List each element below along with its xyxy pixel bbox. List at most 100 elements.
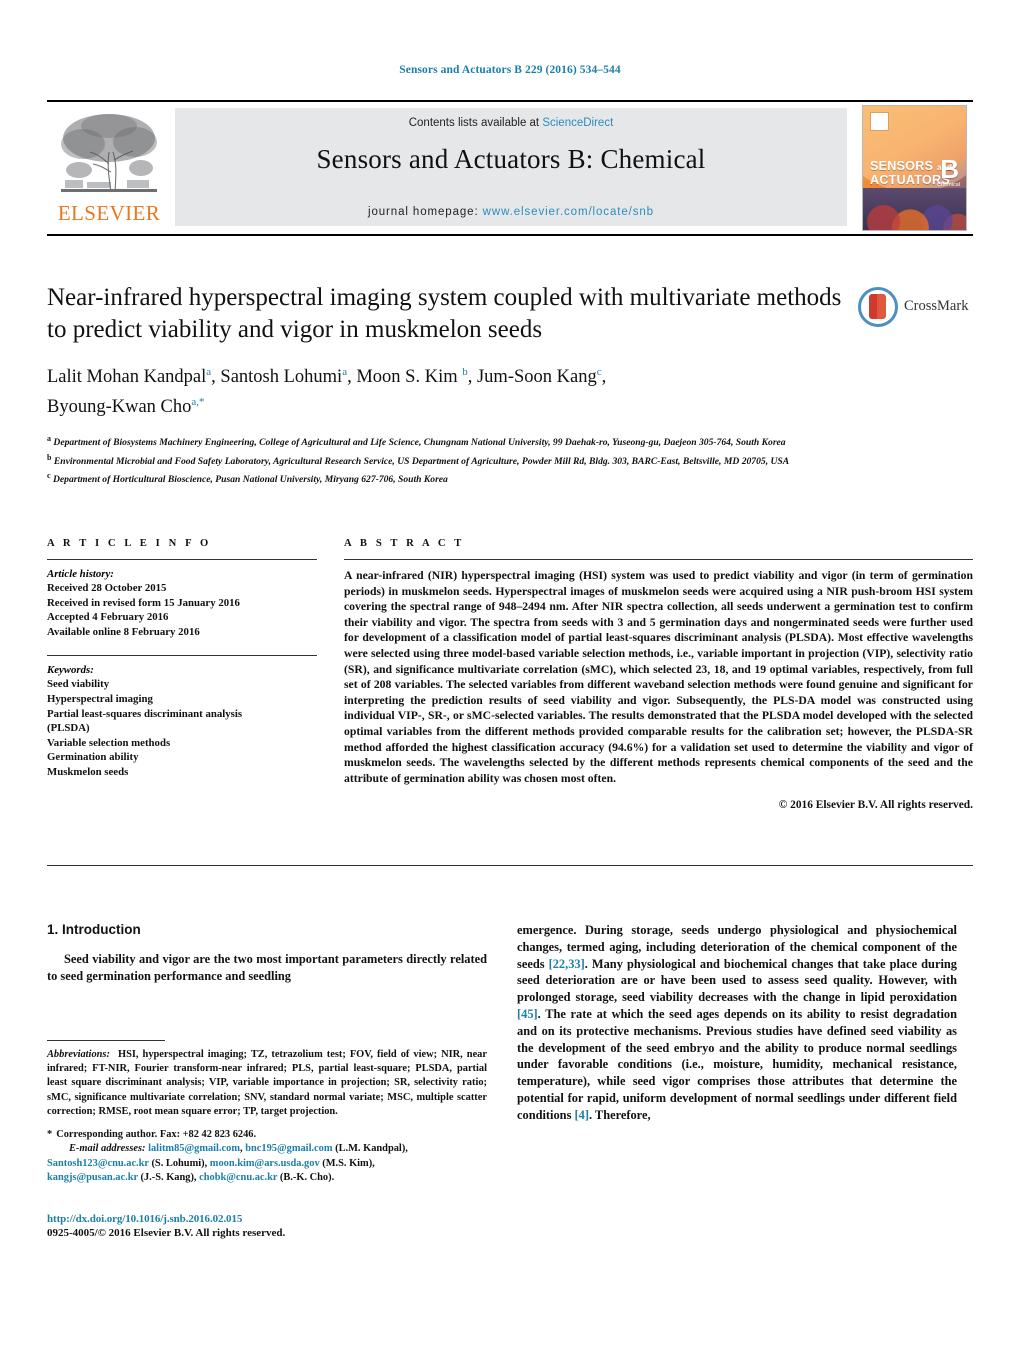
intro-paragraph-right: emergence. During storage, seeds undergo… [517, 922, 957, 1124]
abstract-bottom-rule [47, 865, 973, 866]
author-name: Jum-Soon Kang [476, 367, 597, 388]
article-history-item: Accepted 4 February 2016 [47, 611, 169, 624]
author-name: Santosh Lohumi [220, 367, 343, 388]
article-info-rule [47, 559, 317, 560]
keyword-item: (PLSDA) [47, 722, 90, 735]
elsevier-tree-icon [57, 108, 161, 200]
crossmark-book-right-icon [877, 294, 886, 319]
elsevier-logo: ELSEVIER [57, 108, 161, 226]
citation-link[interactable]: [4] [575, 1108, 589, 1122]
author-name: Byoung-Kwan Cho [47, 397, 192, 418]
citation-link[interactable]: [45] [517, 1007, 538, 1021]
email-addresses-label: E-mail addresses: [69, 1143, 146, 1155]
keyword-item: Muskmelon seeds [47, 765, 129, 778]
affiliation-list: a Department of Biosystems Machinery Eng… [47, 432, 847, 486]
footnote-rule [47, 1040, 165, 1041]
abbreviations-text: HSI, hyperspectral imaging; TZ, tetrazol… [47, 1049, 487, 1117]
abstract-heading: A B S T R A C T [344, 538, 465, 549]
keyword-item: Variable selection methods [47, 736, 171, 749]
author-affil-marker[interactable]: a [206, 366, 211, 378]
crossmark-label: CrossMark [904, 298, 969, 314]
intro-text-segment: . Therefore, [588, 1107, 651, 1122]
cover-series-letter: B [940, 154, 959, 184]
keywords-label: Keywords: [47, 664, 94, 677]
email-link[interactable]: lalitm85@gmail.com [148, 1143, 240, 1154]
footnote-block: Abbreviations: HSI, hyperspectral imagin… [47, 1040, 487, 1186]
contents-available-line: Contents lists available at ScienceDirec… [175, 117, 847, 129]
affiliation-text: Department of Horticultural Bioscience, … [52, 474, 448, 486]
affiliation-item: c Department of Horticultural Bioscience… [47, 469, 847, 486]
intro-text-segment: . The rate at which the seed ages depend… [517, 1006, 957, 1122]
citation-link[interactable]: [22,33] [549, 957, 585, 971]
email-link[interactable]: kangjs@pusan.ac.kr [47, 1172, 138, 1183]
cover-artwork [863, 188, 966, 230]
email-owner: (B.-K. Cho). [277, 1172, 335, 1184]
journal-homepage-line: journal homepage: www.elsevier.com/locat… [175, 206, 847, 218]
abstract-column: A B S T R A C T A near-infrared (NIR) hy… [344, 538, 973, 811]
article-info-heading: A R T I C L E I N F O [47, 538, 212, 549]
author-affil-marker[interactable]: c [597, 366, 602, 378]
author-name: Lalit Mohan Kandpal [47, 367, 207, 388]
keyword-item: Hyperspectral imaging [47, 692, 153, 705]
author-affil-marker[interactable]: a [342, 366, 347, 378]
abstract-copyright: © 2016 Elsevier B.V. All rights reserved… [778, 799, 973, 812]
intro-paragraph-left: Seed viability and vigor are the two mos… [47, 952, 487, 983]
keywords-rule [47, 655, 317, 657]
doi-block: http://dx.doi.org/10.1016/j.snb.2016.02.… [47, 1213, 487, 1239]
email-owner: (S. Lohumi), [148, 1157, 208, 1169]
author-list: Lalit Mohan Kandpala, Santosh Lohumia, M… [47, 366, 607, 418]
abstract-text: A near-infrared (NIR) hyperspectral imag… [344, 569, 973, 785]
crossmark-badge[interactable]: CrossMark [858, 287, 968, 333]
homepage-url-link[interactable]: www.elsevier.com/locate/snb [483, 206, 654, 218]
article-history-label: Article history: [47, 568, 114, 580]
masthead-top-rule [47, 100, 973, 102]
doi-link[interactable]: http://dx.doi.org/10.1016/j.snb.2016.02.… [47, 1213, 487, 1225]
corresponding-author-footnote: * Corresponding author. Fax: +82 42 823 6… [47, 1128, 487, 1186]
title-block: Near-infrared hyperspectral imaging syst… [47, 282, 847, 487]
affiliation-marker: c [47, 471, 51, 481]
journal-title: Sensors and Actuators B: Chemical [316, 144, 706, 174]
article-history-item: Received 28 October 2015 [47, 582, 167, 594]
masthead-bottom-rule [47, 234, 973, 236]
body-left-column: 1. Introduction Seed viability and vigor… [47, 922, 487, 985]
body-right-column: emergence. During storage, seeds undergo… [517, 922, 957, 1124]
author-affil-marker[interactable]: b [462, 366, 468, 378]
abbreviations-label: Abbreviations: [47, 1049, 110, 1060]
article-history-item: Available online 8 February 2016 [47, 625, 200, 638]
keyword-item: Seed viability [47, 678, 110, 691]
article-history-item: Received in revised form 15 January 2016 [47, 596, 240, 609]
email-link[interactable]: chobk@cnu.ac.kr [199, 1172, 277, 1183]
keyword-item: Germination ability [47, 751, 139, 764]
email-link[interactable]: Santosh123@cnu.ac.kr [47, 1158, 149, 1169]
affiliation-marker: b [47, 452, 52, 462]
abbreviations-footnote: Abbreviations: HSI, hyperspectral imagin… [47, 1048, 487, 1119]
article-info-column: A R T I C L E I N F O Article history: R… [47, 538, 317, 780]
email-owner: (L.M. Kandpal), [332, 1143, 408, 1155]
issn-copyright-line: 0925-4005/© 2016 Elsevier B.V. All right… [47, 1227, 286, 1239]
article-first-page: Sensors and Actuators B 229 (2016) 534–5… [0, 0, 1020, 1351]
email-owner: (J.-S. Kang), [137, 1172, 197, 1184]
elsevier-wordmark: ELSEVIER [57, 201, 161, 225]
corresponding-author-text: Corresponding author. Fax: +82 42 823 62… [56, 1129, 257, 1141]
cover-elsevier-mark-icon [870, 112, 889, 131]
sciencedirect-link[interactable]: ScienceDirect [542, 117, 613, 129]
keywords-block: Keywords: Seed viability Hyperspectral i… [47, 664, 317, 779]
journal-cover-thumbnail: SENSORS and ACTUATORS B Chemical [862, 105, 967, 231]
abstract-rule [344, 559, 973, 560]
affiliation-item: b Environmental Microbial and Food Safet… [47, 451, 847, 468]
affiliation-item: a Department of Biosystems Machinery Eng… [47, 432, 847, 449]
author-affil-marker[interactable]: a,* [191, 396, 204, 408]
email-link[interactable]: bnc195@gmail.com [245, 1143, 332, 1154]
running-head: Sensors and Actuators B 229 (2016) 534–5… [399, 64, 621, 76]
email-link[interactable]: moon.kim@ars.usda.gov [210, 1158, 320, 1169]
section-heading-introduction: 1. Introduction [47, 922, 141, 937]
journal-band: Contents lists available at ScienceDirec… [175, 108, 847, 226]
affiliation-text: Department of Biosystems Machinery Engin… [53, 437, 786, 449]
keyword-item: Partial least-squares discriminant analy… [47, 707, 243, 720]
email-owner: (M.S. Kim), [319, 1157, 375, 1169]
journal-masthead: ELSEVIER Contents lists available at Sci… [47, 100, 973, 236]
asterisk-icon: * [47, 1129, 53, 1141]
contents-prefix: Contents lists available at [408, 117, 543, 129]
cover-line1-text: SENSORS [870, 159, 934, 173]
affiliation-text: Environmental Microbial and Food Safety … [53, 455, 790, 467]
